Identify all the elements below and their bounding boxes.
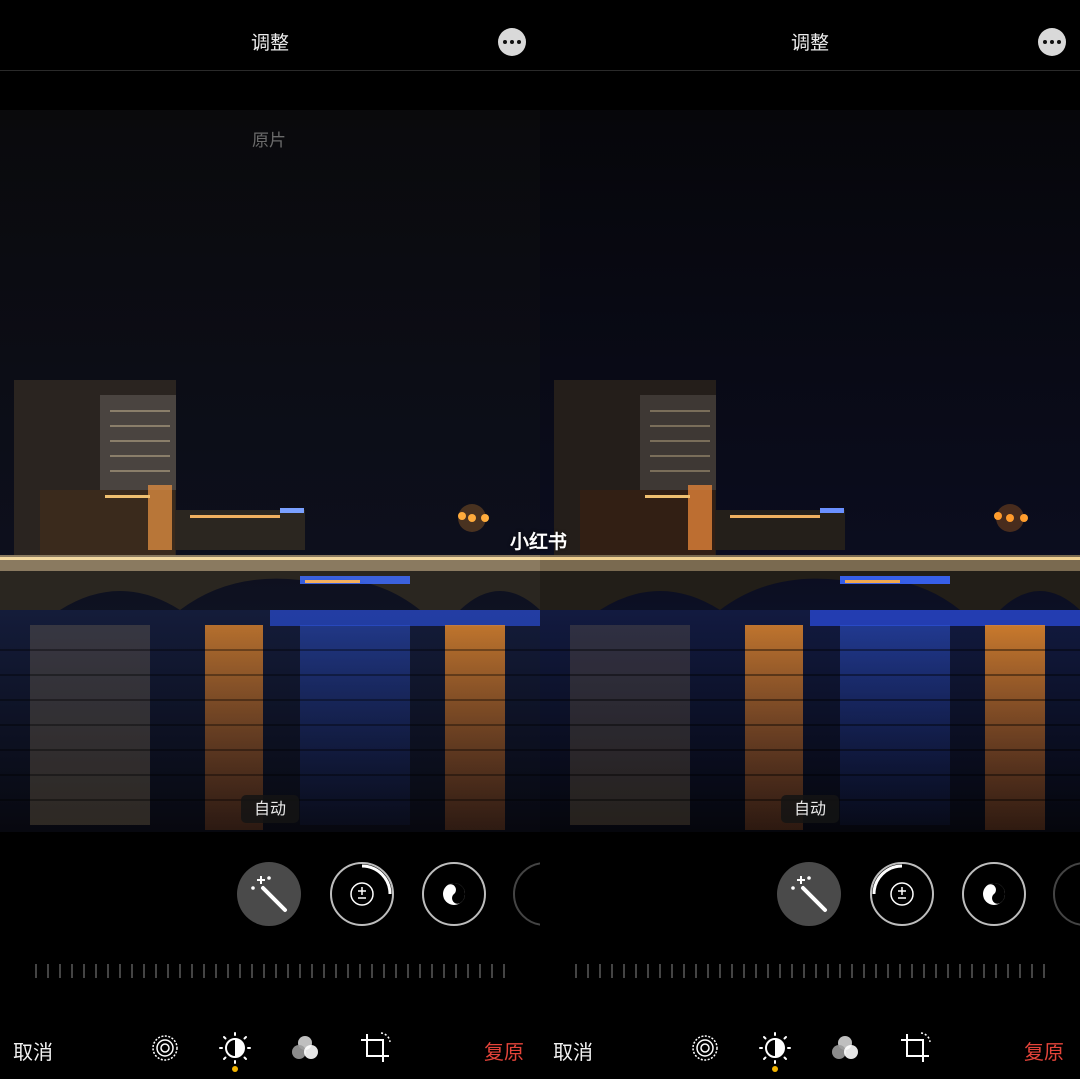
black-white-icon [443, 883, 465, 905]
auto-enhance-button[interactable] [777, 862, 841, 926]
revert-button[interactable]: 复原 [1024, 1036, 1064, 1065]
exposure-button[interactable] [870, 862, 934, 926]
original-photo-label: 原片 [252, 131, 286, 151]
exposure-icon [350, 864, 392, 906]
bottom-toolbar: 取消 复原 [0, 1020, 540, 1075]
crop-icon[interactable] [357, 1030, 393, 1066]
revert-button[interactable]: 复原 [484, 1036, 524, 1065]
page-title: 调整 [250, 32, 289, 54]
black-white-icon [983, 883, 1005, 905]
black-white-point-button[interactable] [422, 862, 486, 926]
bottom-toolbar: 取消 复原 [540, 1020, 1080, 1075]
black-white-point-button[interactable] [962, 862, 1026, 926]
live-icon[interactable] [687, 1030, 723, 1066]
header-bar: 调整 [0, 0, 540, 71]
filters-icon[interactable] [827, 1030, 863, 1066]
magic-wand-icon [251, 876, 287, 912]
right-editor-pane: 调整 自动 取消 复原 [540, 0, 1080, 1079]
auto-enhance-button[interactable] [237, 862, 301, 926]
night-river-photo [540, 110, 1080, 832]
watermark-logo: 小红书 [510, 531, 568, 553]
filters-icon[interactable] [287, 1030, 323, 1066]
header-bar: 调整 [540, 0, 1080, 71]
adjust-icon[interactable] [757, 1030, 793, 1066]
night-river-photo [0, 110, 540, 832]
photo-preview[interactable] [0, 110, 540, 832]
page-title: 调整 [790, 32, 829, 54]
cancel-button[interactable]: 取消 [553, 1036, 593, 1065]
more-options-button[interactable] [498, 28, 526, 56]
photo-preview[interactable] [540, 110, 1080, 832]
next-tool-button[interactable] [1053, 862, 1080, 926]
crop-icon[interactable] [897, 1030, 933, 1066]
active-tab-indicator [772, 1066, 778, 1072]
cancel-button[interactable]: 取消 [13, 1036, 53, 1065]
live-icon[interactable] [147, 1030, 183, 1066]
left-editor-pane: 调整 原片 自动 取消 复原 [0, 0, 540, 1079]
active-tab-indicator [232, 1066, 238, 1072]
next-tool-button[interactable] [513, 862, 540, 926]
adjust-icon[interactable] [217, 1030, 253, 1066]
adjustment-slider[interactable] [574, 964, 1050, 978]
exposure-icon [872, 864, 914, 906]
exposure-button[interactable] [330, 862, 394, 926]
magic-wand-icon [791, 876, 827, 912]
more-options-button[interactable] [1038, 28, 1066, 56]
adjustment-slider[interactable] [34, 964, 510, 978]
adjustment-name-label: 自动 [781, 795, 839, 823]
adjustment-name-label: 自动 [241, 795, 299, 823]
